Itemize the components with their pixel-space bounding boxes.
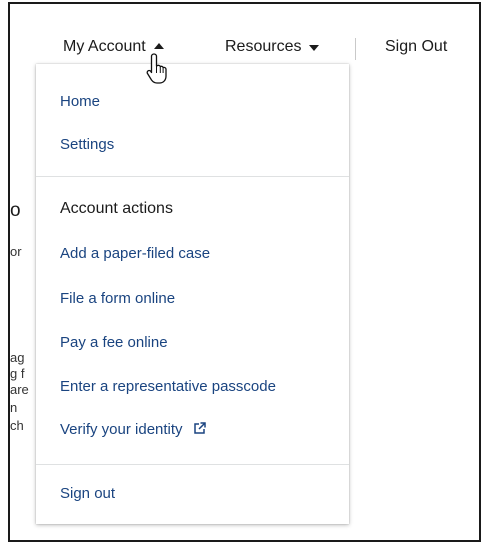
my-account-dropdown-menu: Home Settings Account actions Add a pape… [36,64,349,524]
background-text-fragment: g f [10,366,25,381]
menu-item-settings[interactable]: Settings [60,136,114,153]
background-text-fragment: or [10,244,22,259]
sign-out-nav-link[interactable]: Sign Out [385,38,447,56]
my-account-label: My Account [63,38,146,55]
menu-item-sign-out[interactable]: Sign out [60,485,115,502]
verify-identity-label: Verify your identity [60,421,183,438]
background-text-fragment: ch [10,418,24,433]
background-text-fragment: o [10,200,21,221]
menu-item-verify-identity[interactable]: Verify your identity [60,421,206,438]
menu-item-enter-representative-passcode[interactable]: Enter a representative passcode [60,378,276,395]
external-link-icon [193,422,206,434]
menu-item-home[interactable]: Home [60,93,100,110]
nav-divider [355,38,356,60]
account-actions-heading: Account actions [60,200,173,217]
resources-menu-button[interactable]: Resources [225,38,320,56]
hand-pointer-cursor-icon [146,53,167,84]
background-text-fragment: are [10,382,29,397]
menu-item-file-form-online[interactable]: File a form online [60,290,175,307]
resources-label: Resources [225,38,302,55]
menu-item-pay-fee-online[interactable]: Pay a fee online [60,334,168,351]
menu-separator [36,464,349,465]
background-text-fragment: n [10,400,18,415]
menu-item-add-paper-filed-case[interactable]: Add a paper-filed case [60,245,210,262]
menu-separator [36,176,349,177]
background-text-fragment: ag [10,350,25,365]
caret-down-icon [309,45,320,51]
sign-out-label: Sign Out [385,38,448,55]
caret-up-icon [153,43,164,49]
browser-viewport: o or ag g f are n ch My Account Resource… [8,2,481,542]
